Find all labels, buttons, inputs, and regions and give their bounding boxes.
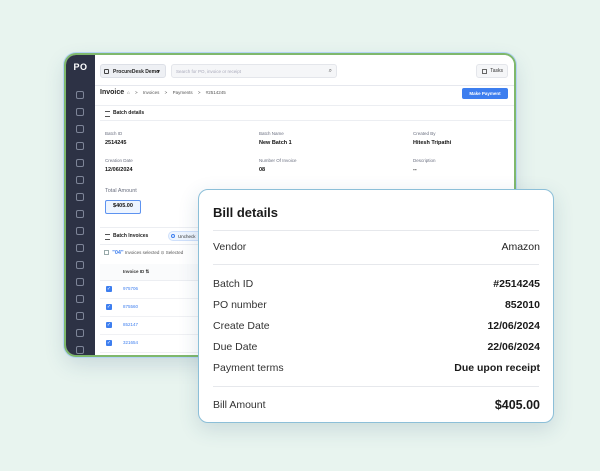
selected-count: "04" — [112, 250, 124, 256]
receipt-icon[interactable] — [76, 159, 84, 167]
tasks-icon — [482, 69, 487, 74]
total-amount-label: Total Amount — [105, 188, 137, 194]
due-date-label: Due Date — [213, 341, 258, 353]
list-icon[interactable] — [76, 278, 84, 286]
inbox-icon[interactable] — [76, 142, 84, 150]
invoice-id-link[interactable]: 852147 — [123, 322, 138, 327]
breadcrumb-separator: > — [164, 90, 168, 95]
breadcrumb-bar: Invoice ⌂ > Invoices > Payments > #25142… — [95, 85, 514, 106]
total-amount-value: $405.00 — [105, 200, 141, 214]
bill-amount-label: Bill Amount — [213, 399, 266, 411]
breadcrumb-payments[interactable]: Payments — [173, 90, 193, 95]
vendor-label: Vendor — [213, 241, 247, 253]
po-number-value: 852010 — [504, 299, 540, 311]
workspace-select[interactable]: ProcureDesk Demo ▼ — [100, 64, 166, 78]
breadcrumb: ⌂ > Invoices > Payments > #2514245 — [127, 90, 230, 95]
divider — [213, 230, 539, 231]
row-checkbox[interactable]: ✓ — [106, 340, 112, 346]
selected-label: Selected — [165, 250, 184, 255]
column-header-invoice-id[interactable]: Invoice ID ⇅ — [123, 269, 149, 275]
create-date-value: 12/06/2024 — [487, 320, 540, 332]
search-placeholder: Search for PO, invoice or receipt — [176, 69, 242, 74]
invoice-id-link[interactable]: 975706 — [123, 286, 138, 291]
breadcrumb-separator: > — [134, 90, 138, 95]
tasks-button[interactable]: Tasks — [476, 64, 508, 78]
folder-icon[interactable] — [76, 295, 84, 303]
breadcrumb-invoices[interactable]: Invoices — [143, 90, 160, 95]
batch-details-title: Batch details — [113, 110, 145, 116]
select-all-checkbox[interactable] — [104, 250, 109, 256]
list-icon — [105, 234, 110, 240]
batch-name-value: New Batch 1 — [259, 140, 292, 146]
tasks-label: Tasks — [490, 68, 503, 74]
bill-details-card: Bill details Vendor Amazon Batch ID #251… — [198, 189, 554, 423]
tab-batch-invoices-label: Batch Invoices — [113, 233, 149, 239]
vendor-value: Amazon — [501, 241, 540, 253]
invoice-id-link[interactable]: 875560 — [123, 304, 138, 309]
sidebar: PO — [66, 55, 95, 355]
chart-icon[interactable] — [76, 210, 84, 218]
search-icon[interactable]: ⌕ — [329, 65, 332, 78]
creation-date-label: Creation Date — [105, 158, 133, 163]
selected-text: Invoices selected — [124, 250, 160, 255]
page-title: Invoice — [100, 89, 125, 96]
invoice-icon[interactable] — [76, 193, 84, 201]
home-icon[interactable]: ⌂ — [127, 90, 130, 95]
search-input[interactable]: Search for PO, invoice or receipt ⌕ — [171, 64, 337, 78]
row-checkbox[interactable]: ✓ — [106, 304, 112, 310]
payment-terms-value: Due upon receipt — [454, 362, 540, 374]
batch-details-header: Batch details — [100, 106, 512, 121]
tab-uncheck-label: Uncheck — [178, 234, 196, 239]
due-date-value: 22/06/2024 — [487, 341, 540, 353]
settings-icon[interactable] — [76, 346, 84, 354]
clock-icon — [171, 234, 175, 238]
num-invoice-label: Number Of Invoice — [259, 158, 297, 163]
payment-terms-label: Payment terms — [213, 362, 284, 374]
chevron-down-icon: ▼ — [156, 69, 161, 75]
batch-id-value: 2514245 — [105, 140, 127, 146]
card-icon[interactable] — [76, 244, 84, 252]
workspace-label: ProcureDesk Demo — [113, 69, 160, 75]
creation-date-value: 12/06/2024 — [105, 167, 133, 173]
users-icon[interactable] — [76, 91, 84, 99]
tab-batch-invoices[interactable]: Batch Invoices — [105, 233, 149, 240]
batch-id-value: #2514245 — [493, 278, 540, 290]
box-icon[interactable] — [76, 329, 84, 337]
sort-icon[interactable]: ⇅ — [146, 269, 150, 274]
building-icon[interactable] — [76, 312, 84, 320]
po-number-label: PO number — [213, 299, 267, 311]
create-date-label: Create Date — [213, 320, 270, 332]
bill-amount-value: $405.00 — [494, 398, 540, 412]
document-icon[interactable] — [76, 125, 84, 133]
make-payment-button[interactable]: Make Payment — [462, 88, 508, 99]
num-invoice-value: 08 — [259, 167, 266, 173]
wallet-icon[interactable] — [76, 227, 84, 235]
row-checkbox[interactable]: ✓ — [106, 322, 112, 328]
tag-icon[interactable] — [76, 261, 84, 269]
selection-summary: "04" Invoices selected ⊙ Selected — [104, 250, 183, 256]
invoice-id-link[interactable]: 321654 — [123, 340, 138, 345]
divider — [213, 386, 539, 387]
batch-id-label: Batch ID — [105, 131, 123, 136]
breadcrumb-separator: > — [197, 90, 201, 95]
workspace-icon — [104, 69, 109, 74]
description-value: -- — [413, 167, 417, 173]
home-icon[interactable] — [76, 108, 84, 116]
breadcrumb-batch: #2514245 — [205, 90, 226, 95]
batch-id-label: Batch ID — [213, 278, 254, 290]
description-label: Description — [413, 158, 436, 163]
batch-name-label: Batch Name — [259, 131, 284, 136]
divider — [213, 264, 539, 265]
created-by-label: Created By — [413, 131, 436, 136]
list-icon — [105, 111, 110, 117]
clipboard-icon[interactable] — [76, 176, 84, 184]
row-checkbox[interactable]: ✓ — [106, 286, 112, 292]
logo: PO — [73, 62, 88, 72]
bill-details-title: Bill details — [213, 205, 279, 220]
created-by-value: Hitesh Tripathi — [413, 140, 452, 146]
topbar: ProcureDesk Demo ▼ Search for PO, invoic… — [95, 55, 514, 86]
column-header-label: Invoice ID — [123, 269, 145, 274]
